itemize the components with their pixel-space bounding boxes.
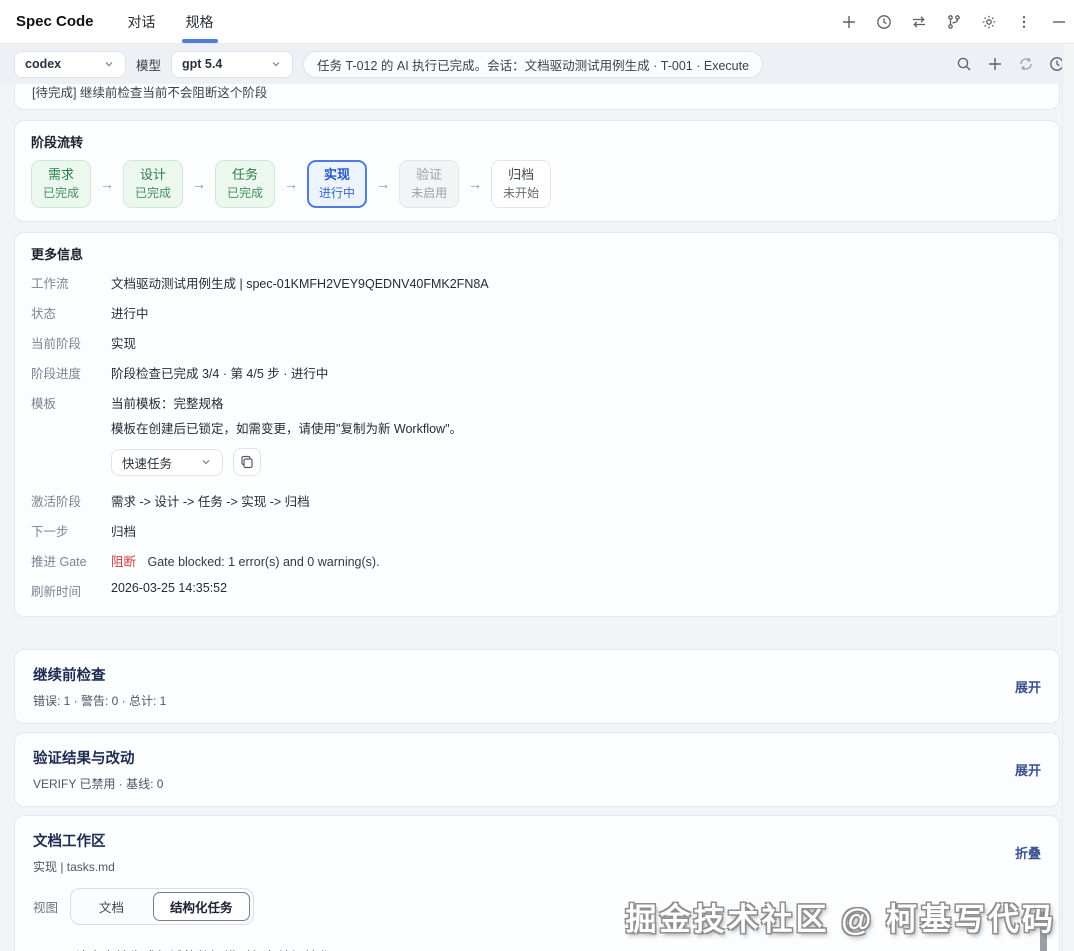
workspace-header: 文档工作区 实现 | tasks.md 折叠: [33, 830, 1041, 875]
status-value: 进行中: [111, 303, 1043, 322]
refresh-time-label: 刷新时间: [31, 581, 111, 600]
gate-message: Gate blocked: 1 error(s) and 0 warning(s…: [148, 555, 380, 569]
phase-label: 当前阶段: [31, 333, 111, 352]
stage-chip-design: 设计 已完成: [123, 160, 183, 208]
template-select[interactable]: 快速任务: [111, 449, 223, 476]
next-step-value: 归档: [111, 521, 1043, 540]
provider-select-value: codex: [25, 57, 61, 71]
gate-notice-text: [待完成] 继续前检查当前不会阻断这个阶段: [32, 84, 267, 101]
gear-icon[interactable]: [980, 13, 998, 31]
workspace-title: 文档工作区: [33, 830, 115, 851]
gate-notice-card: [待完成] 继续前检查当前不会阻断这个阶段: [14, 84, 1060, 110]
plus-icon[interactable]: [986, 55, 1004, 73]
clock-icon[interactable]: [875, 13, 893, 31]
stage-chip-verify: 验证 未启用: [399, 160, 459, 208]
template-controls: 快速任务: [111, 448, 1043, 476]
app-header: Spec Code 对话 规格: [0, 0, 1074, 44]
progress-value: 阶段检查已完成 3/4 · 第 4/5 步 · 进行中: [111, 363, 1043, 382]
model-label: 模型: [136, 55, 161, 74]
view-tab-structured-tasks[interactable]: 结构化任务: [153, 892, 250, 921]
minimize-icon[interactable]: [1050, 13, 1068, 31]
gate-label: 推进 Gate: [31, 551, 111, 570]
stage-flow-card: 阶段流转 需求 已完成 → 设计 已完成 → 任务 已完成 → 实现 进行中 →: [14, 120, 1060, 222]
arrow-icon: →: [192, 176, 206, 192]
template-select-value: 快速任务: [122, 453, 172, 472]
toolbar-icons: [955, 55, 1060, 73]
progress-label: 阶段进度: [31, 363, 111, 382]
precheck-subtitle: 错误: 1 · 警告: 0 · 总计: 1: [33, 692, 166, 709]
spec-toolbar: codex 模型 gpt 5.4 任务 T-012 的 AI 执行已完成。会话：…: [0, 44, 1074, 84]
workspace-collapse-button[interactable]: 折叠: [1015, 843, 1041, 862]
gate-value: 阻断 Gate blocked: 1 error(s) and 0 warnin…: [111, 551, 1043, 570]
copy-icon: [240, 455, 254, 469]
copy-template-button[interactable]: [233, 448, 261, 476]
chevron-down-icon: [200, 456, 212, 468]
stage-chips: 需求 已完成 → 设计 已完成 → 任务 已完成 → 实现 进行中 → 验证 未…: [31, 160, 1043, 208]
arrow-icon: →: [376, 176, 390, 192]
precheck-expand-button[interactable]: 展开: [1015, 677, 1041, 696]
task-title: T-001: 补齐文档生成领域的数据模型与存储初始化: [33, 946, 332, 951]
verify-subtitle: VERIFY 已禁用 · 基线: 0: [33, 775, 163, 792]
gate-status-blocked: 阻断: [111, 555, 136, 569]
chevron-down-icon: [270, 58, 282, 70]
active-phases-label: 激活阶段: [31, 491, 111, 510]
refresh-time-value: 2026-03-25 14:35:52: [111, 581, 1043, 595]
git-branch-icon[interactable]: [945, 13, 963, 31]
info-rows: 工作流 文档驱动测试用例生成 | spec-01KMFH2VEY9QEDNV40…: [31, 273, 1043, 600]
main-tabs: 对话 规格: [128, 0, 214, 43]
view-tab-document[interactable]: 文档: [74, 892, 149, 921]
next-step-label: 下一步: [31, 521, 111, 540]
provider-select[interactable]: codex: [14, 51, 126, 78]
chevron-down-icon: [103, 58, 115, 70]
stage-flow-title: 阶段流转: [31, 132, 1043, 151]
verify-text: 验证结果与改动 VERIFY 已禁用 · 基线: 0: [33, 747, 163, 792]
session-status-pill: 任务 T-012 的 AI 执行已完成。会话：文档驱动测试用例生成 · T-00…: [303, 51, 763, 78]
view-label: 视图: [33, 897, 58, 916]
refresh-icon[interactable]: [1017, 55, 1035, 73]
workflow-value: 文档驱动测试用例生成 | spec-01KMFH2VEY9QEDNV40FMK2…: [111, 273, 1043, 292]
precheck-card: 继续前检查 错误: 1 · 警告: 0 · 总计: 1 展开: [14, 649, 1060, 724]
template-line2: 模板在创建后已锁定，如需变更，请使用"复制为新 Workflow"。: [111, 418, 1043, 437]
search-icon[interactable]: [955, 55, 973, 73]
workspace-subtitle: 实现 | tasks.md: [33, 858, 115, 875]
workspace-text: 文档工作区 实现 | tasks.md: [33, 830, 115, 875]
phase-value: 实现: [111, 333, 1043, 352]
arrow-icon: →: [284, 176, 298, 192]
more-info-card: 更多信息 工作流 文档驱动测试用例生成 | spec-01KMFH2VEY9QE…: [14, 232, 1060, 617]
more-info-title: 更多信息: [31, 244, 1043, 263]
tab-chat[interactable]: 对话: [128, 0, 156, 43]
stage-chip-tasks: 任务 已完成: [215, 160, 275, 208]
stage-chip-archive: 归档 未开始: [491, 160, 551, 208]
view-segmented-control: 文档 结构化任务: [70, 888, 254, 925]
kebab-menu-icon[interactable]: [1015, 13, 1033, 31]
header-icons: [840, 13, 1058, 31]
template-block: 当前模板：完整规格 模板在创建后已锁定，如需变更，请使用"复制为新 Workfl…: [111, 393, 1043, 480]
stage-chip-implementation: 实现 进行中: [307, 160, 367, 208]
spec-content: [待完成] 继续前检查当前不会阻断这个阶段 阶段流转 需求 已完成 → 设计 已…: [0, 84, 1074, 951]
precheck-text: 继续前检查 错误: 1 · 警告: 0 · 总计: 1: [33, 664, 166, 709]
model-select-value: gpt 5.4: [182, 57, 222, 71]
precheck-title: 继续前检查: [33, 664, 166, 685]
arrow-icon: →: [468, 176, 482, 192]
app-title: Spec Code: [16, 13, 94, 30]
workflow-label: 工作流: [31, 273, 111, 292]
swap-arrows-icon[interactable]: [910, 13, 928, 31]
verify-expand-button[interactable]: 展开: [1015, 760, 1041, 779]
verify-title: 验证结果与改动: [33, 747, 163, 768]
watermark-text: 掘金技术社区 @ 柯基写代码: [626, 894, 1056, 939]
tab-spec[interactable]: 规格: [186, 0, 214, 43]
verify-card: 验证结果与改动 VERIFY 已禁用 · 基线: 0 展开: [14, 732, 1060, 807]
page-scrollbar-track[interactable]: [1062, 44, 1074, 951]
plus-icon[interactable]: [840, 13, 858, 31]
status-label: 状态: [31, 303, 111, 322]
model-select[interactable]: gpt 5.4: [171, 51, 293, 78]
active-phases-value: 需求 -> 设计 -> 任务 -> 实现 -> 归档: [111, 491, 1043, 510]
template-label: 模板: [31, 393, 111, 412]
arrow-icon: →: [100, 176, 114, 192]
stage-chip-requirements: 需求 已完成: [31, 160, 91, 208]
template-line1: 当前模板：完整规格: [111, 393, 1043, 412]
